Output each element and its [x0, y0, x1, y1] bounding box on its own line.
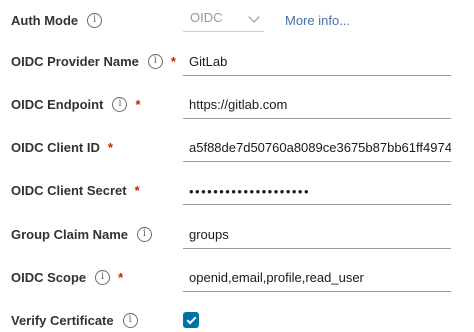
info-icon[interactable]: i: [137, 226, 153, 242]
chevron-down-icon: [248, 11, 260, 23]
group-claim-row: Group Claim Name i groups: [0, 214, 474, 254]
endpoint-value: https://gitlab.com: [189, 97, 288, 112]
scope-label-group: OIDC Scope i *: [11, 257, 123, 297]
required-marker: *: [135, 96, 141, 112]
provider-name-label: OIDC Provider Name: [11, 53, 139, 69]
check-icon: [186, 314, 196, 324]
auth-mode-row: Auth Mode i OIDC More info...: [0, 0, 474, 40]
client-secret-input[interactable]: ••••••••••••••••••••: [183, 177, 451, 205]
client-secret-row: OIDC Client Secret * •••••••••••••••••••…: [0, 170, 474, 210]
endpoint-label-group: OIDC Endpoint i *: [11, 84, 141, 124]
more-info-link[interactable]: More info...: [285, 0, 350, 40]
client-id-label-group: OIDC Client ID *: [11, 127, 113, 167]
required-marker: *: [118, 269, 124, 285]
group-claim-label: Group Claim Name: [11, 226, 129, 242]
client-id-label: OIDC Client ID: [11, 139, 100, 155]
info-icon[interactable]: i: [122, 312, 138, 328]
auth-mode-label-group: Auth Mode i: [11, 0, 103, 40]
info-icon[interactable]: i: [147, 53, 163, 69]
verify-cert-label-group: Verify Certificate i: [11, 300, 138, 332]
scope-value: openid,email,profile,read_user: [189, 270, 364, 285]
auth-mode-selected: OIDC: [190, 10, 223, 25]
provider-name-label-group: OIDC Provider Name i *: [11, 41, 176, 81]
verify-cert-label: Verify Certificate: [11, 312, 114, 328]
group-claim-label-group: Group Claim Name i: [11, 214, 153, 254]
required-marker: *: [107, 139, 113, 155]
provider-name-row: OIDC Provider Name i * GitLab: [0, 41, 474, 81]
client-id-value: a5f88de7d50760a8089ce3675b87bb61ff497446: [189, 140, 451, 155]
endpoint-input[interactable]: https://gitlab.com: [183, 91, 451, 119]
provider-name-input[interactable]: GitLab: [183, 48, 451, 76]
provider-name-value: GitLab: [189, 54, 228, 69]
required-marker: *: [134, 182, 140, 198]
scope-row: OIDC Scope i * openid,email,profile,read…: [0, 257, 474, 297]
info-icon[interactable]: i: [95, 269, 111, 285]
group-claim-value: groups: [189, 227, 229, 242]
auth-mode-select[interactable]: OIDC: [183, 4, 264, 32]
info-icon[interactable]: i: [112, 96, 128, 112]
endpoint-row: OIDC Endpoint i * https://gitlab.com: [0, 84, 474, 124]
info-icon[interactable]: i: [87, 12, 103, 28]
endpoint-label: OIDC Endpoint: [11, 96, 104, 112]
client-secret-label: OIDC Client Secret: [11, 182, 127, 198]
required-marker: *: [170, 53, 176, 69]
client-id-input[interactable]: a5f88de7d50760a8089ce3675b87bb61ff497446: [183, 134, 451, 162]
oidc-auth-form: Auth Mode i OIDC More info... OIDC Provi…: [0, 0, 474, 332]
client-id-row: OIDC Client ID * a5f88de7d50760a8089ce36…: [0, 127, 474, 167]
scope-label: OIDC Scope: [11, 269, 87, 285]
verify-cert-checkbox[interactable]: [183, 312, 199, 328]
auth-mode-label: Auth Mode: [11, 12, 79, 28]
verify-cert-row: Verify Certificate i: [0, 300, 474, 332]
client-secret-value: ••••••••••••••••••••: [189, 184, 311, 199]
client-secret-label-group: OIDC Client Secret *: [11, 170, 140, 210]
scope-input[interactable]: openid,email,profile,read_user: [183, 264, 451, 292]
group-claim-input[interactable]: groups: [183, 221, 451, 249]
